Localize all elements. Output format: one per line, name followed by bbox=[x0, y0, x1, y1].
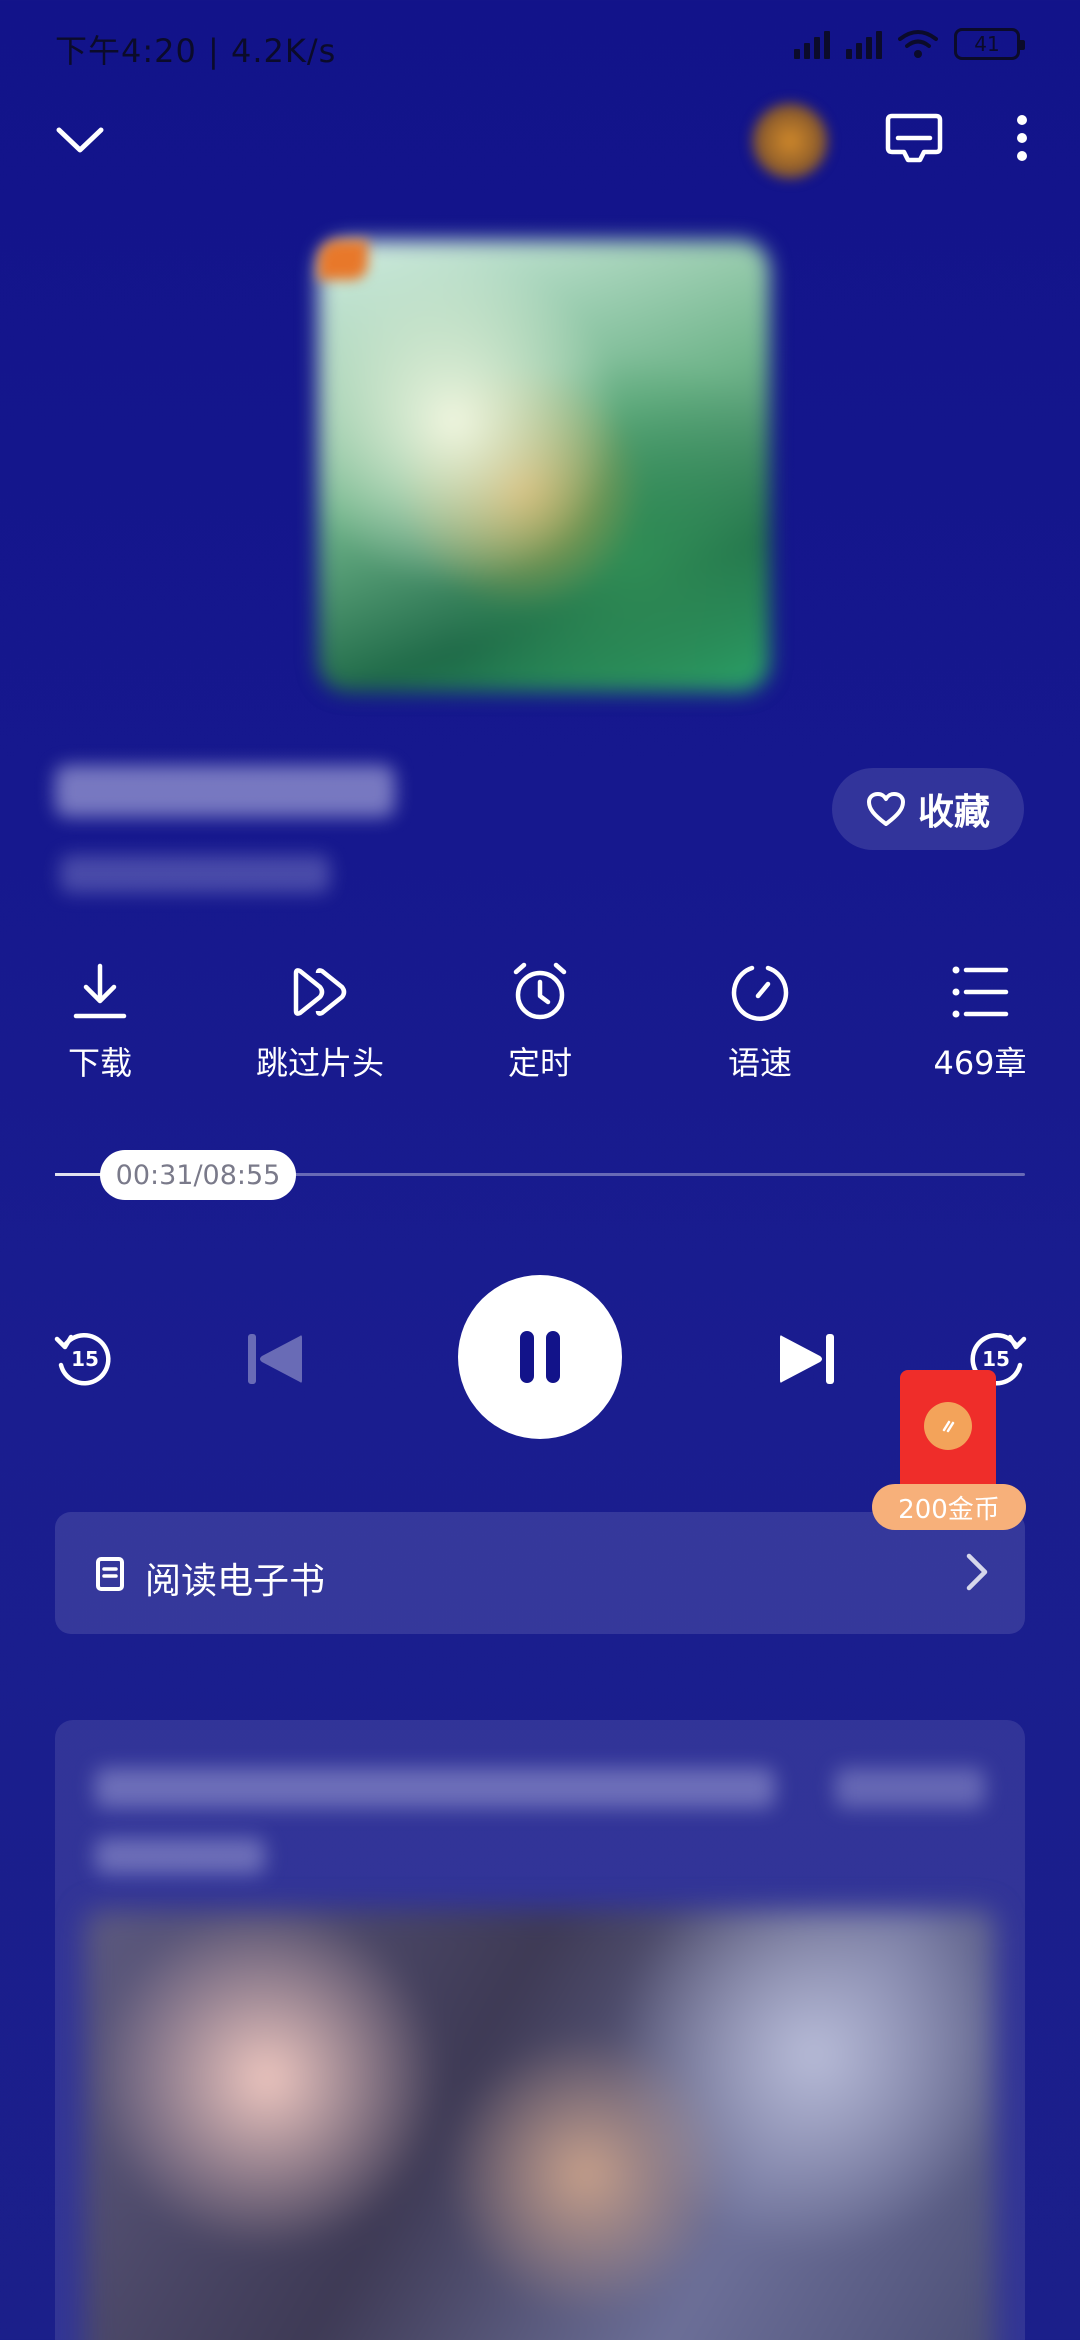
rewind-15-icon: 15 bbox=[54, 1333, 111, 1386]
previous-icon bbox=[248, 1334, 302, 1384]
progress-time-label[interactable]: 00:31/08:55 bbox=[100, 1150, 296, 1200]
recommend-subtitle-blurred bbox=[95, 1838, 265, 1874]
next-chapter-button[interactable] bbox=[772, 1327, 842, 1391]
collapse-button[interactable] bbox=[45, 105, 115, 175]
speed-label: 语速 bbox=[727, 1044, 792, 1082]
pause-button[interactable] bbox=[458, 1275, 622, 1439]
rewind-15-button[interactable]: 15 bbox=[45, 1319, 121, 1395]
more-button[interactable] bbox=[1000, 100, 1044, 176]
chevron-down-icon bbox=[56, 127, 104, 153]
pause-icon bbox=[520, 1331, 560, 1383]
coin-icon bbox=[924, 1402, 972, 1450]
skip-intro-button[interactable]: 跳过片头 bbox=[235, 960, 405, 1084]
status-time: 下午4:20 | 4.2K/s bbox=[55, 32, 337, 70]
read-ebook-card[interactable]: 阅读电子书 bbox=[55, 1512, 1025, 1634]
cover-badge bbox=[318, 240, 368, 280]
action-row: 下载 跳过片头 定时 语速 469章 bbox=[0, 960, 1080, 1100]
cast-icon bbox=[885, 113, 943, 163]
recommend-card[interactable] bbox=[55, 1720, 1025, 2340]
recommend-image-blurred bbox=[85, 1910, 995, 2340]
skip-intro-label: 跳过片头 bbox=[255, 1044, 384, 1082]
download-button[interactable]: 下载 bbox=[15, 960, 185, 1084]
book-title-blurred bbox=[55, 765, 395, 817]
chapter-list-button[interactable]: 469章 bbox=[895, 960, 1065, 1084]
heart-icon bbox=[866, 792, 905, 826]
read-ebook-label: 阅读电子书 bbox=[145, 1561, 326, 1602]
battery-level: 41 bbox=[974, 32, 1000, 56]
status-bar: 下午4:20 | 4.2K/s 41 bbox=[0, 0, 1080, 90]
timer-label: 定时 bbox=[507, 1044, 572, 1082]
more-vertical-icon bbox=[1017, 115, 1027, 161]
book-page-icon bbox=[96, 1557, 124, 1591]
battery-indicator: 41 bbox=[954, 28, 1025, 60]
recommend-title-tail-blurred bbox=[835, 1768, 985, 1808]
book-subtitle-blurred bbox=[60, 855, 330, 893]
status-icons: 41 bbox=[794, 28, 1025, 60]
favorite-label: 收藏 bbox=[917, 792, 990, 833]
download-label: 下载 bbox=[67, 1044, 132, 1082]
previous-chapter-button[interactable] bbox=[240, 1327, 310, 1391]
chapter-count-label: 469章 bbox=[933, 1044, 1027, 1082]
speed-button[interactable]: 语速 bbox=[675, 960, 845, 1084]
avatar[interactable] bbox=[752, 103, 828, 179]
download-icon bbox=[73, 963, 127, 1019]
chapter-list-icon bbox=[952, 966, 1009, 1018]
forward-seconds: 15 bbox=[982, 1347, 1010, 1371]
chevron-right-icon bbox=[966, 1553, 988, 1591]
red-packet-label[interactable]: 200金币 bbox=[872, 1484, 1026, 1530]
recommend-title-blurred bbox=[95, 1768, 775, 1808]
alarm-clock-icon bbox=[513, 962, 567, 1020]
book-cover bbox=[318, 240, 770, 692]
wifi-icon bbox=[898, 30, 938, 58]
timer-button[interactable]: 定时 bbox=[455, 960, 625, 1084]
favorite-button[interactable]: 收藏 bbox=[832, 768, 1024, 850]
skip-intro-icon bbox=[293, 968, 347, 1016]
cast-button[interactable] bbox=[876, 100, 952, 176]
signal-icon bbox=[794, 29, 830, 59]
speed-icon bbox=[731, 965, 789, 1021]
next-icon bbox=[780, 1334, 834, 1384]
rewind-seconds: 15 bbox=[71, 1347, 99, 1371]
signal-hd-icon bbox=[846, 29, 882, 59]
